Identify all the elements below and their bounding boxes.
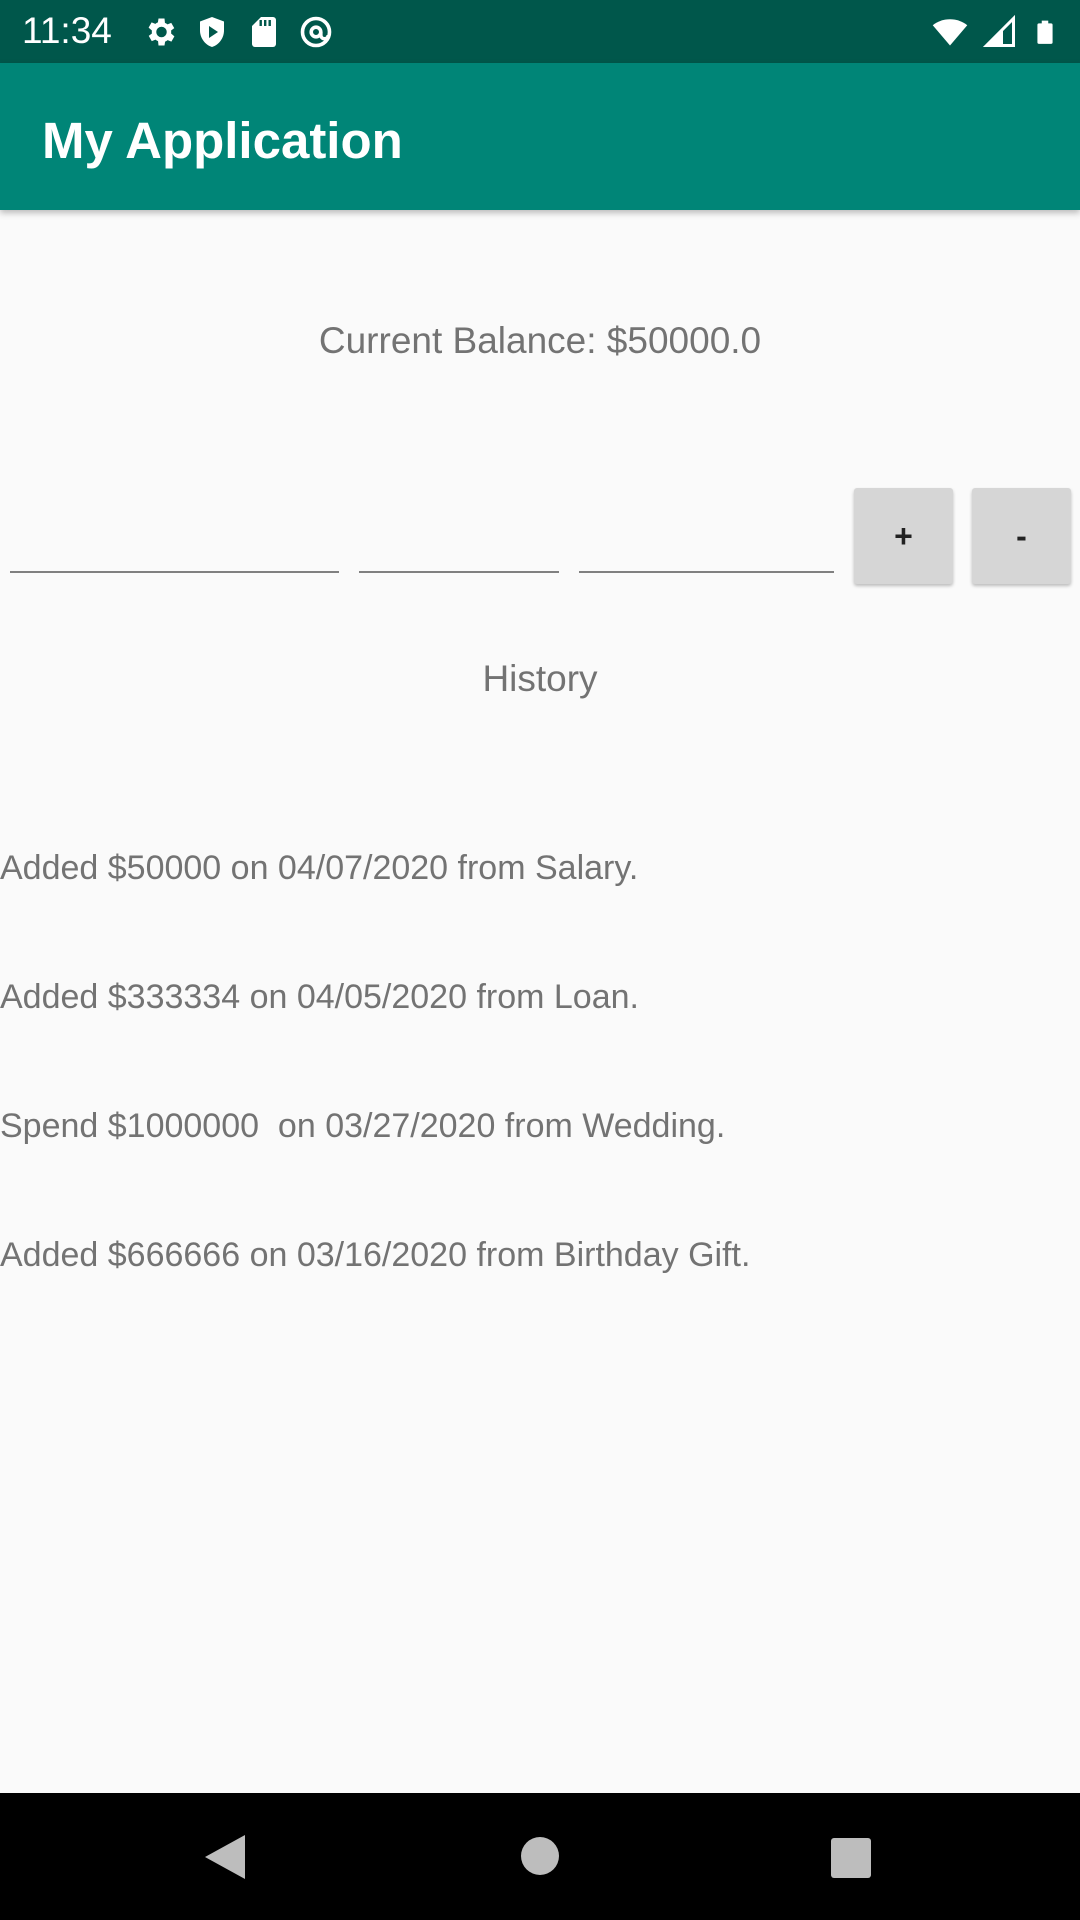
add-button[interactable]: + bbox=[854, 488, 953, 584]
navigation-bar bbox=[0, 1793, 1080, 1920]
signal-icon bbox=[982, 14, 1015, 47]
current-balance: Current Balance: $50000.0 bbox=[318, 320, 762, 361]
recents-icon[interactable] bbox=[831, 1838, 871, 1878]
source-input[interactable] bbox=[579, 527, 834, 573]
sd-card-icon bbox=[252, 17, 276, 47]
history-item: Spend $1000000 on 03/27/2020 from Weddin… bbox=[0, 1107, 726, 1145]
history-title: History bbox=[482, 658, 598, 699]
amount-input[interactable] bbox=[10, 527, 339, 573]
settings-icon bbox=[148, 18, 175, 46]
history-item: Added $666666 on 03/16/2020 from Birthda… bbox=[0, 1236, 751, 1274]
status-icons-left bbox=[142, 14, 334, 50]
history-list: Added $50000 on 04/07/2020 from Salary. … bbox=[0, 761, 1080, 1320]
status-time: 11:34 bbox=[22, 10, 112, 51]
at-sign-icon bbox=[300, 16, 332, 48]
shield-play-icon bbox=[200, 17, 224, 47]
app-bar: My Application bbox=[0, 63, 1080, 210]
status-bar: 11:34 bbox=[0, 0, 1080, 63]
battery-icon bbox=[1037, 20, 1053, 44]
date-input[interactable] bbox=[359, 527, 559, 573]
home-icon[interactable] bbox=[519, 1835, 561, 1877]
history-item: Added $50000 on 04/07/2020 from Salary. bbox=[0, 849, 639, 887]
wifi-icon bbox=[932, 19, 968, 46]
app-title: My Application bbox=[42, 112, 403, 169]
history-item: Added $333334 on 04/05/2020 from Loan. bbox=[0, 978, 639, 1016]
status-icons-right bbox=[932, 14, 1058, 50]
back-icon[interactable] bbox=[203, 1833, 247, 1881]
subtract-button[interactable]: - bbox=[972, 488, 1071, 584]
